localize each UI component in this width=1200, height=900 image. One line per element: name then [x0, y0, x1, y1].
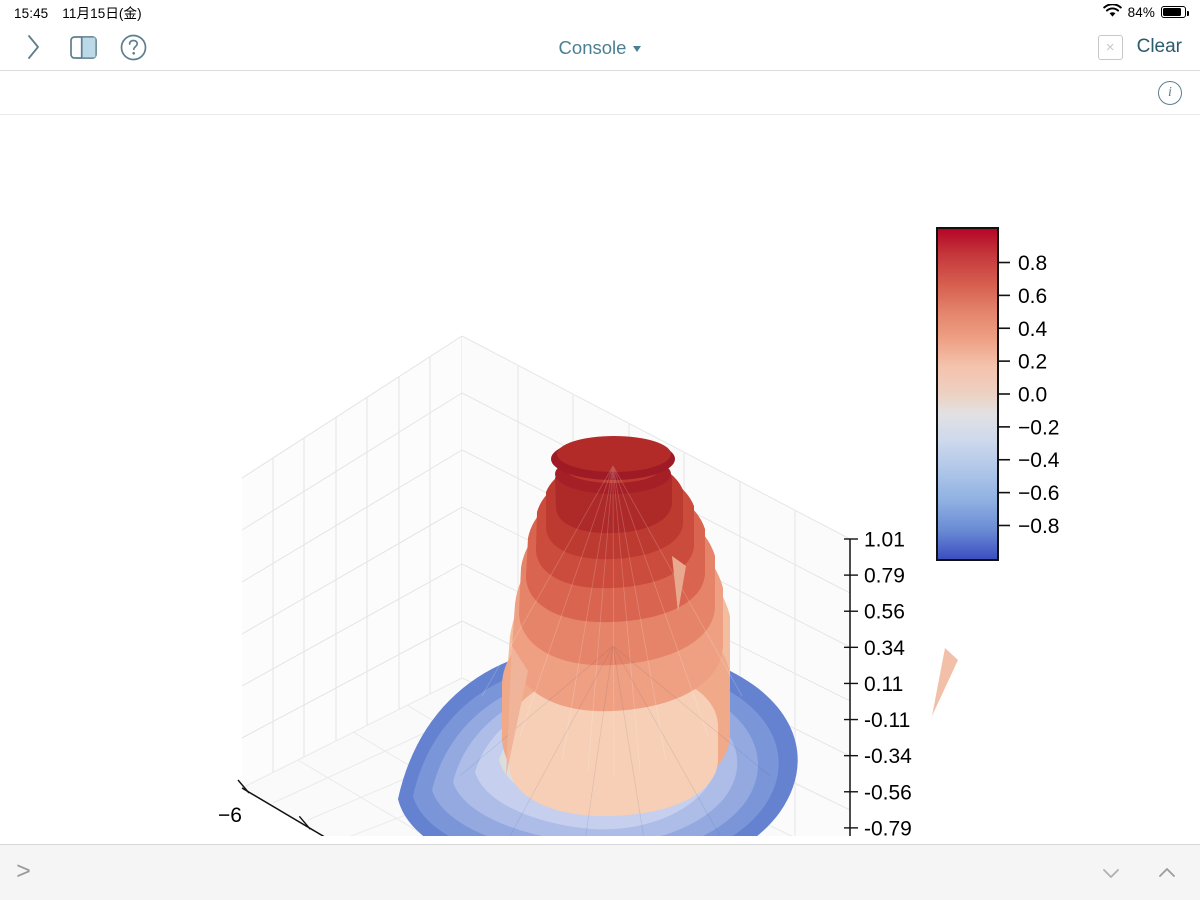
toolbar-left-group: [0, 32, 148, 62]
z-tick-label: 0.79: [864, 565, 905, 588]
console-output-area: 1.01 0.79 0.56 0.34 0.11 -0.11 -0.34 -0.56 -0.79…: [0, 116, 1200, 844]
console-title-label: Console: [558, 36, 627, 58]
input-bar-right-group: [1100, 862, 1200, 884]
ios-status-bar: 15:45 11月15日(金) 84%: [0, 0, 1200, 24]
question-circle-icon[interactable]: [118, 32, 148, 62]
status-bar-right: 84%: [1102, 2, 1189, 21]
z-tick-label: 0.56: [864, 601, 905, 624]
colorbar-tick-label: −0.4: [1018, 449, 1060, 472]
toolbar-title-area: Console: [0, 24, 1200, 71]
z-tick-label: 1.01: [864, 529, 905, 552]
close-icon[interactable]: ×: [1097, 34, 1123, 60]
chevron-right-icon[interactable]: [18, 32, 48, 62]
colorbar-tick-label: −0.8: [1018, 515, 1059, 538]
chevron-down-icon[interactable]: [1100, 862, 1122, 884]
console-input-bar: >: [0, 844, 1200, 900]
colorbar-tick-label: −0.2: [1018, 416, 1059, 439]
colorbar: 0.8 0.6 0.4 0.2 0.0 −0.2 −0.4 −0.6 −0.8: [936, 227, 1060, 561]
battery-percent-label: 84%: [1127, 4, 1155, 20]
chevron-up-icon[interactable]: [1156, 862, 1178, 884]
z-tick-label: -0.56: [864, 781, 912, 804]
colorbar-tick-label: 0.4: [1018, 318, 1048, 341]
matplotlib-figure: 1.01 0.79 0.56 0.34 0.11 -0.11 -0.34 -0.56 -0.79…: [210, 216, 1190, 836]
split-panel-icon[interactable]: [68, 32, 98, 62]
z-tick-label: 0.11: [864, 673, 903, 696]
console-title-button[interactable]: Console: [559, 37, 642, 59]
console-info-strip: i: [0, 71, 1200, 115]
clear-button[interactable]: Clear: [1137, 36, 1182, 58]
colorbar-tick-label: 0.2: [1018, 351, 1047, 374]
prompt-symbol: >: [16, 858, 32, 887]
status-bar-clock: 15:45: [14, 6, 49, 21]
app-toolbar: Console × Clear: [0, 24, 1200, 71]
toolbar-right-group: × Clear: [1097, 34, 1200, 60]
z-tick-label: 0.34: [864, 637, 905, 660]
colorbar-tick-label: 0.8: [1018, 252, 1047, 275]
console-input-field[interactable]: [31, 844, 1100, 900]
z-tick-label: -0.11: [864, 709, 910, 732]
z-tick-label: -0.79: [864, 817, 912, 836]
colorbar-tick-label: 0.0: [1018, 384, 1047, 407]
wifi-icon: [1102, 2, 1122, 21]
status-bar-left: 15:45 11月15日(金): [14, 2, 142, 22]
colorbar-tick-label: −0.6: [1018, 482, 1059, 505]
app-root: 15:45 11月15日(金) 84% Console × Clear i 1.…: [0, 0, 1200, 900]
z-axis: 1.01 0.79 0.56 0.34 0.11 -0.11 -0.34 -0.56 -0.79…: [844, 529, 912, 836]
x-tick-label: −6: [218, 804, 242, 827]
colorbar-tick-label: 0.6: [1018, 285, 1047, 308]
battery-icon: [1161, 6, 1189, 18]
z-tick-label: -0.34: [864, 745, 912, 768]
chevron-down-icon: [633, 46, 642, 52]
status-bar-date: 11月15日(金): [62, 6, 142, 21]
info-circle-icon[interactable]: i: [1158, 80, 1182, 105]
